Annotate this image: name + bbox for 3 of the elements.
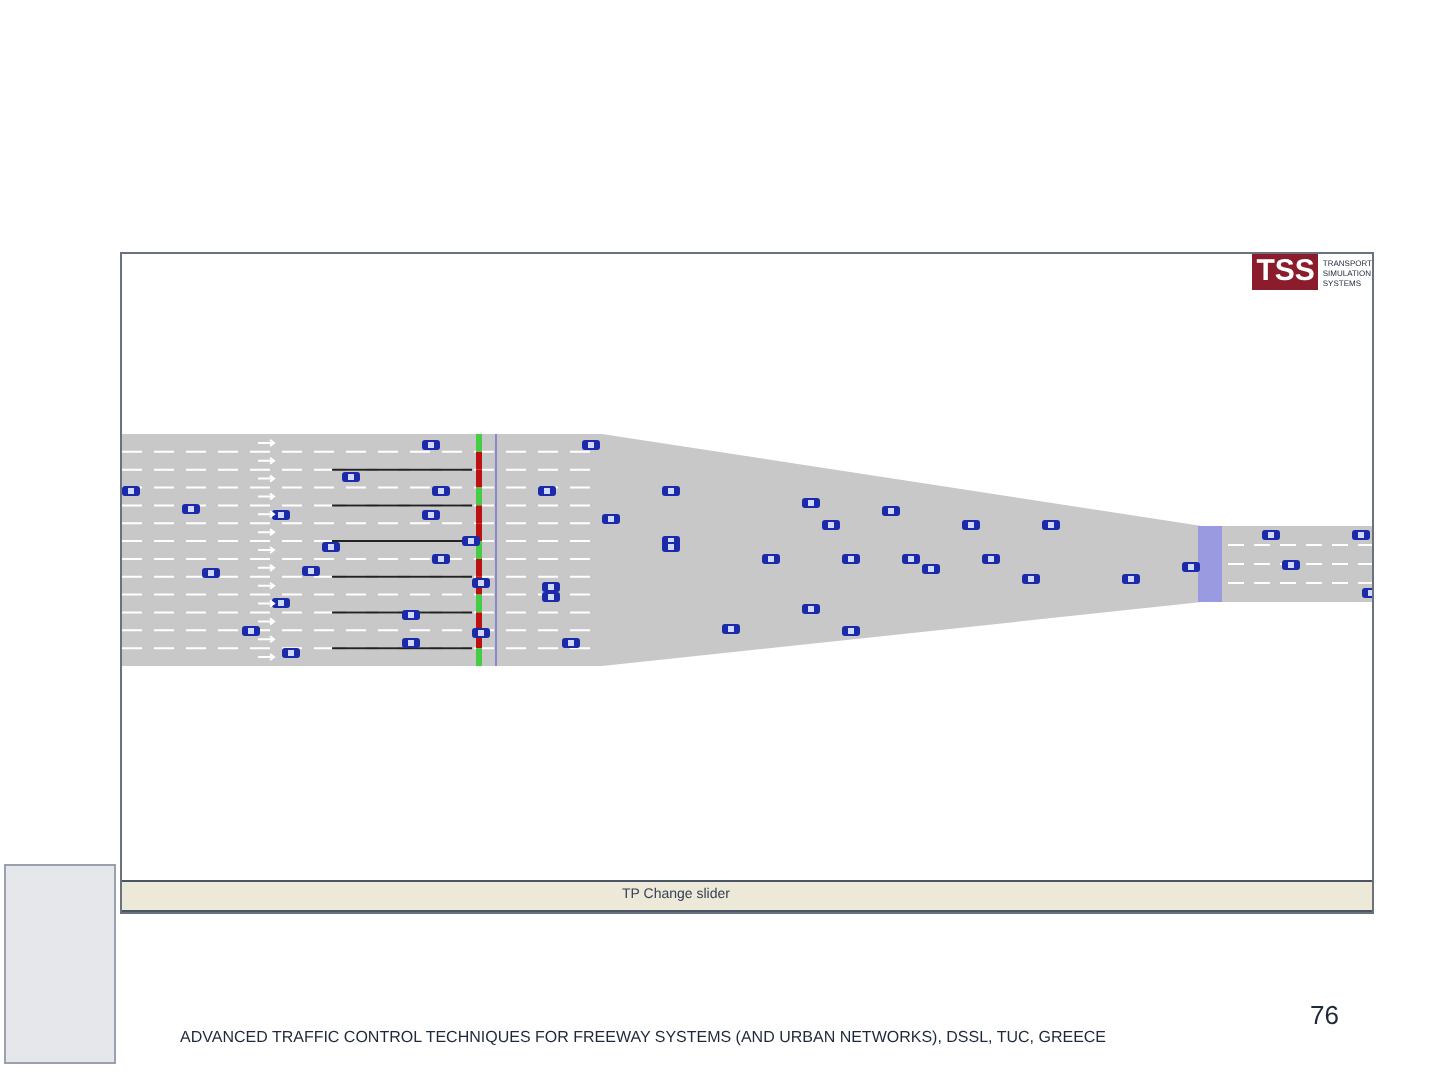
page-number: 76 [1310,998,1339,1034]
logo-mark: TSS [1252,254,1319,290]
footer-text: ADVANCED TRAFFIC CONTROL TECHNIQUES FOR FREEWAY SYSTEMS (AND URBAN NETWORKS), DSSL, TUC, GREECE [180,1026,1107,1050]
